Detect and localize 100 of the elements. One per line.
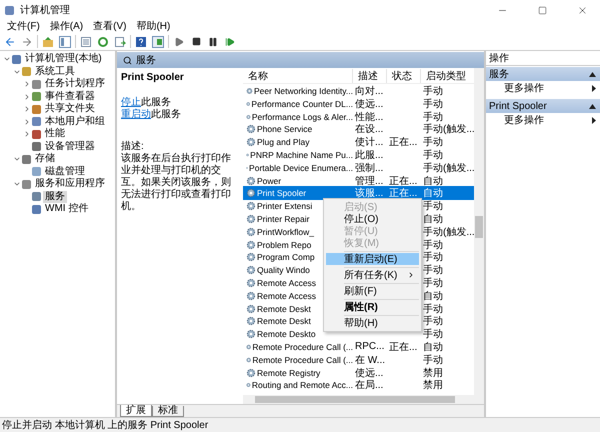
table-cell-text: 手动 [422,148,444,162]
gear-icon [246,86,253,96]
gear-icon [246,342,252,352]
menu-item[interactable]: 帮助(H) [326,317,419,329]
action-link[interactable]: 重启动 [121,109,151,120]
tree-item[interactable]: 设备管理器 [43,140,97,153]
list-icon[interactable] [79,34,93,48]
tree-item[interactable]: 共享文件夹 [43,103,97,116]
action-item[interactable]: 更多操作 [486,113,600,127]
gear-icon [246,304,256,314]
service-name[interactable]: Remote Procedure Call (... [243,340,353,354]
node-icon [22,154,31,164]
horizontal-scrollbar[interactable] [243,395,484,404]
service-name[interactable]: Print Spooler [243,186,353,200]
refresh-icon[interactable] [96,34,110,48]
service-name[interactable]: Remote Registry [243,366,353,380]
menu-item[interactable]: 文件(F) [2,20,45,33]
table-cell-text: 手动 [422,84,444,98]
menu-item[interactable]: 属性(R) [326,301,419,313]
column-header[interactable]: 状态 [387,68,421,82]
maximize-icon[interactable] [538,6,546,14]
menu-item[interactable]: 停止(O) [326,213,419,225]
help-icon[interactable] [134,34,148,48]
service-name[interactable]: Phone Service [243,122,353,136]
table-cell-text: 手动(触发... [422,226,476,239]
node-icon [32,92,41,102]
service-name[interactable]: Peer Networking Identity... [243,84,353,98]
table-cell-text: 自动 [422,340,444,354]
tree-item[interactable]: 性能 [43,128,67,140]
tree-item[interactable]: 任务计划程序 [43,78,107,90]
close-icon[interactable] [576,4,588,16]
submenu-icon [592,84,596,92]
service-name[interactable]: Remote Procedure Call (... [243,352,353,367]
table-cell-text: 手动 [422,110,444,124]
table-cell-text: 正在... [388,340,418,354]
node-icon [22,67,31,76]
menu-item[interactable]: 帮助(H) [131,20,176,33]
menu-item[interactable]: 重新启动(E) [326,253,419,265]
tree-item[interactable]: 存储 [33,153,57,166]
collapse-icon [589,104,596,108]
panel-icon[interactable] [58,34,72,48]
column-header[interactable]: 描述 [353,68,387,82]
gear-icon [246,188,256,198]
action-section[interactable]: Print Spooler [486,99,600,113]
table-cell-text: 手动 [422,136,444,150]
table-cell-text: 手动 [422,98,444,111]
menu-item[interactable]: 刷新(F) [326,285,419,297]
gear-icon [246,176,256,186]
gear-icon [246,265,256,276]
tree-item[interactable]: 本地用户和组 [43,116,107,128]
tree-item[interactable]: WMI 控件 [43,203,90,216]
gear-icon [246,252,256,262]
menu-item[interactable]: 操作(A) [44,20,88,33]
table-cell-text: 在设... [354,123,384,136]
column-header[interactable]: 名称 [243,68,353,82]
export-icon[interactable] [113,34,127,48]
service-name[interactable]: Performance Counter DL... [243,96,353,111]
service-name[interactable]: PNRP Machine Name Pu... [243,148,353,162]
service-name[interactable]: Remote Deskto [243,327,353,342]
action-item[interactable]: 更多操作 [486,81,600,95]
service-name[interactable]: Portable Device Enumera... [243,160,353,175]
view-tab[interactable]: 扩展 [120,405,152,417]
table-cell-text: 手动(触发... [422,162,476,175]
tree-item[interactable]: 服务和应用程序 [33,178,107,190]
table-cell-text: RPC... [354,340,386,354]
table-cell-text: 正在... [388,136,418,150]
tree-item[interactable]: 事件查看器 [43,90,97,103]
tree-item[interactable]: 系统工具 [33,66,77,78]
action-section[interactable]: 服务 [486,67,600,81]
tree-item[interactable]: 磁盘管理 [43,166,87,178]
table-cell-text: 自动 [422,174,444,188]
gear-icon [246,290,256,301]
app-icon [5,6,14,14]
vertical-scrollbar[interactable] [474,68,484,395]
node-icon [32,204,41,214]
table-cell-text: 在局... [354,379,384,392]
action-link[interactable]: 停止 [121,97,141,108]
table-cell-text: 使远... [354,366,384,380]
table-cell-text: 管理... [354,174,384,188]
service-name[interactable]: Plug and Play [243,135,353,150]
node-icon [32,192,41,202]
node-icon [32,104,41,114]
table-cell-text: 手动 [422,264,444,278]
gear-icon [246,278,256,288]
tree-item[interactable]: 计算机管理(本地) [23,53,104,66]
menu-item[interactable]: 所有任务(K) [326,269,419,281]
service-name[interactable]: Power [243,174,353,188]
gear-icon [246,368,256,378]
table-cell-text: 自动 [422,212,444,226]
status-bar: 停止并启动 本地计算机 上的服务 Print Spooler [0,417,600,432]
gear-icon [246,137,256,148]
service-name[interactable]: Routing and Remote Acc... [243,378,353,392]
table-cell: 自动 [421,186,477,200]
table-cell-text: 强制... [354,162,384,175]
folder-up-icon[interactable] [41,34,55,48]
service-name[interactable]: Performance Logs & Aler... [243,110,353,124]
panel-icon[interactable] [151,34,165,48]
tree-item[interactable]: 服务 [43,190,67,203]
menu-item[interactable]: 查看(V) [88,20,132,33]
view-tab[interactable]: 标准 [152,406,184,417]
